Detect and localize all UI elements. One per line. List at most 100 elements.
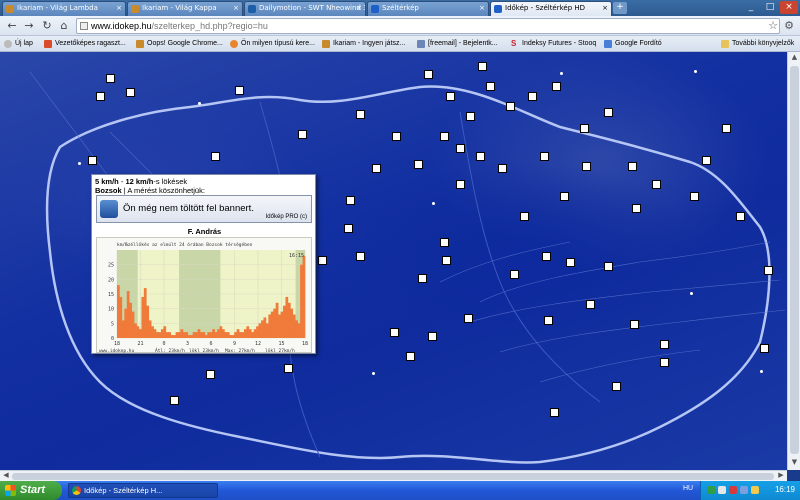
station-marker[interactable] bbox=[760, 344, 769, 353]
bookmark-item[interactable]: Vezetőképes ragaszt... bbox=[44, 38, 126, 50]
wrench-icon[interactable]: ⚙ bbox=[784, 19, 794, 32]
station-marker[interactable] bbox=[440, 132, 449, 141]
station-marker[interactable] bbox=[506, 102, 515, 111]
start-button[interactable]: Start bbox=[0, 481, 62, 500]
station-marker[interactable] bbox=[486, 82, 495, 91]
station-marker[interactable] bbox=[440, 238, 449, 247]
station-marker[interactable] bbox=[211, 152, 220, 161]
station-marker[interactable] bbox=[456, 144, 465, 153]
tab-dailymotion[interactable]: Dailymotion - SWT Nheowind 3 × bbox=[244, 1, 366, 16]
tray-shield-icon[interactable] bbox=[707, 486, 715, 494]
station-marker[interactable] bbox=[630, 320, 639, 329]
station-marker[interactable] bbox=[566, 258, 575, 267]
station-marker[interactable] bbox=[446, 92, 455, 101]
station-marker[interactable] bbox=[428, 332, 437, 341]
station-marker[interactable] bbox=[604, 108, 613, 117]
vertical-scrollbar[interactable]: ▲ ▼ bbox=[787, 52, 800, 470]
tray-network-icon[interactable] bbox=[718, 486, 726, 494]
tab-ikariam-lambda[interactable]: Ikariam - Világ Lambda × bbox=[2, 1, 126, 16]
station-dot[interactable] bbox=[300, 134, 303, 137]
station-marker[interactable] bbox=[478, 62, 487, 71]
close-icon[interactable]: × bbox=[356, 4, 362, 12]
station-marker[interactable] bbox=[628, 162, 637, 171]
station-marker[interactable] bbox=[170, 396, 179, 405]
station-marker[interactable] bbox=[392, 132, 401, 141]
station-marker[interactable] bbox=[652, 180, 661, 189]
station-marker[interactable] bbox=[414, 160, 423, 169]
station-marker[interactable] bbox=[418, 274, 427, 283]
station-marker[interactable] bbox=[632, 204, 641, 213]
station-dot[interactable] bbox=[694, 70, 697, 73]
scroll-thumb[interactable] bbox=[790, 66, 799, 454]
station-marker[interactable] bbox=[582, 162, 591, 171]
reload-icon[interactable]: ↻ bbox=[40, 19, 54, 33]
station-marker[interactable] bbox=[736, 212, 745, 221]
station-marker[interactable] bbox=[372, 164, 381, 173]
station-dot[interactable] bbox=[560, 72, 563, 75]
station-marker[interactable] bbox=[542, 252, 551, 261]
close-window-button[interactable]: × bbox=[780, 1, 798, 14]
station-marker[interactable] bbox=[702, 156, 711, 165]
bookmark-star-icon[interactable]: ☆ bbox=[768, 19, 778, 32]
station-marker[interactable] bbox=[456, 180, 465, 189]
tray-volume-icon[interactable] bbox=[740, 486, 748, 494]
station-marker[interactable] bbox=[660, 358, 669, 367]
station-marker[interactable] bbox=[498, 164, 507, 173]
bookmark-item[interactable]: Oops! Google Chrome... bbox=[136, 38, 223, 50]
station-marker[interactable] bbox=[466, 112, 475, 121]
station-marker[interactable] bbox=[206, 370, 215, 379]
bookmark-item[interactable]: Új lap bbox=[4, 38, 33, 50]
new-tab-button[interactable]: + bbox=[613, 2, 627, 14]
station-dot[interactable] bbox=[690, 292, 693, 295]
station-marker[interactable] bbox=[284, 364, 293, 373]
scroll-left-icon[interactable]: ◀ bbox=[1, 471, 11, 481]
scroll-up-icon[interactable]: ▲ bbox=[790, 53, 799, 64]
minimize-button[interactable]: _ bbox=[742, 1, 760, 14]
station-marker[interactable] bbox=[722, 124, 731, 133]
back-arrow-icon[interactable]: ← bbox=[5, 19, 19, 33]
selected-station-dot[interactable] bbox=[78, 162, 81, 165]
station-marker[interactable] bbox=[318, 256, 327, 265]
station-marker[interactable] bbox=[764, 266, 773, 275]
station-marker[interactable] bbox=[406, 352, 415, 361]
station-marker[interactable] bbox=[544, 316, 553, 325]
tray-alert-icon[interactable] bbox=[729, 486, 737, 494]
station-marker[interactable] bbox=[690, 192, 699, 201]
banner-placeholder[interactable]: Ön még nem töltött fel bannert. Időkép P… bbox=[96, 195, 312, 223]
language-indicator[interactable]: HU bbox=[683, 485, 693, 492]
tab-idokep-hd[interactable]: Időkép - Széltérkép HD × bbox=[490, 1, 612, 16]
station-marker[interactable] bbox=[126, 88, 135, 97]
close-icon[interactable]: × bbox=[233, 4, 239, 12]
station-marker[interactable] bbox=[540, 152, 549, 161]
station-marker[interactable] bbox=[476, 152, 485, 161]
close-icon[interactable]: × bbox=[602, 4, 608, 12]
station-marker[interactable] bbox=[604, 262, 613, 271]
home-icon[interactable]: ⌂ bbox=[57, 19, 71, 33]
other-bookmarks[interactable]: További könyvjelzők bbox=[721, 38, 794, 50]
scroll-right-icon[interactable]: ▶ bbox=[776, 471, 786, 481]
station-marker[interactable] bbox=[356, 110, 365, 119]
station-marker[interactable] bbox=[510, 270, 519, 279]
taskbar-item-chrome[interactable]: Időkép - Széltérkép H... bbox=[68, 483, 218, 498]
maximize-button[interactable]: □ bbox=[761, 1, 779, 14]
station-marker[interactable] bbox=[464, 314, 473, 323]
address-bar[interactable]: www.idokep.hu/szelterkep_hd.php?regio=hu bbox=[76, 18, 780, 34]
close-icon[interactable]: × bbox=[116, 4, 122, 12]
bookmark-item[interactable]: [freemail] - Bejelentk... bbox=[417, 38, 498, 50]
station-dot[interactable] bbox=[432, 202, 435, 205]
station-marker[interactable] bbox=[552, 82, 561, 91]
station-marker[interactable] bbox=[442, 256, 451, 265]
scroll-thumb[interactable] bbox=[12, 473, 774, 480]
bookmark-item[interactable]: Ön milyen típusú kere... bbox=[230, 38, 315, 50]
station-marker[interactable] bbox=[96, 92, 105, 101]
bookmark-item[interactable]: Google Fordító bbox=[604, 38, 662, 50]
station-marker[interactable] bbox=[346, 196, 355, 205]
station-dot[interactable] bbox=[760, 370, 763, 373]
station-marker[interactable] bbox=[612, 382, 621, 391]
station-marker[interactable] bbox=[424, 70, 433, 79]
station-marker[interactable] bbox=[660, 340, 669, 349]
station-marker[interactable] bbox=[528, 92, 537, 101]
close-icon[interactable]: × bbox=[479, 4, 485, 12]
station-marker[interactable] bbox=[344, 224, 353, 233]
station-marker[interactable] bbox=[235, 86, 244, 95]
